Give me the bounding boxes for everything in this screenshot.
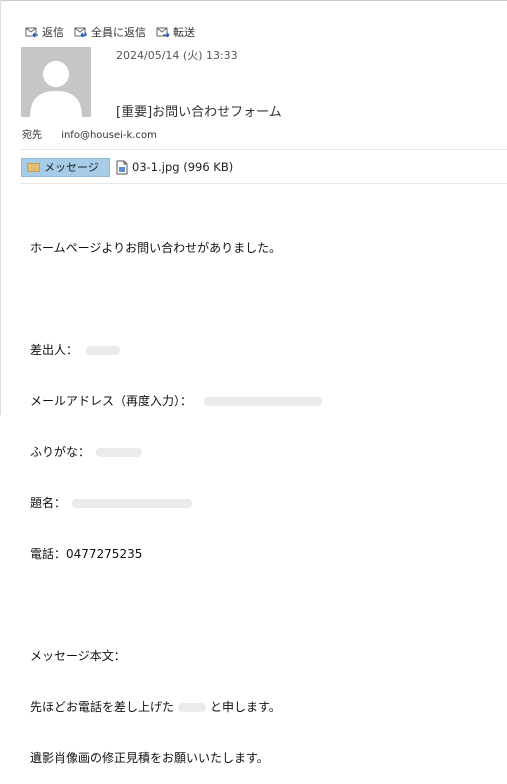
redacted-email <box>204 397 323 406</box>
window-top-border <box>0 0 507 1</box>
message-date: 2024/05/14 (火) 13:33 <box>116 49 238 62</box>
redacted-name <box>178 703 207 712</box>
body-line-phone: 電話：0477275235 <box>30 547 143 561</box>
reply-all-icon <box>74 27 87 38</box>
message-tab[interactable]: メッセージ <box>21 157 110 177</box>
body-line-message-2: 遺影肖像画の修正見積をお願いいたします。 <box>30 751 269 765</box>
email-label: メールアドレス（再度入力）： <box>30 394 193 408</box>
title-label: 題名： <box>30 496 67 510</box>
image-file-icon <box>116 160 128 174</box>
attachment-file-label: 03-1.jpg (996 KB) <box>132 160 234 174</box>
body-line-furigana: ふりがな： <box>30 444 322 461</box>
redacted-furigana <box>96 448 143 457</box>
reply-label: 返信 <box>42 26 64 39</box>
message-text-1a: 先ほどお電話を差し上げた <box>30 700 175 714</box>
header-divider <box>20 149 507 150</box>
message-subject: [重要]お問い合わせフォーム <box>116 105 282 120</box>
body-divider <box>20 183 507 184</box>
recipient-row: 宛先 info@housei-k.com <box>22 126 157 141</box>
reply-button[interactable]: 返信 <box>25 24 64 40</box>
attachment-bar: メッセージ 03-1.jpg (996 KB) <box>21 157 233 177</box>
forward-label: 転送 <box>173 26 195 39</box>
body-line-intro: ホームページよりお問い合わせがありました。 <box>30 241 282 255</box>
body-line-email: メールアドレス（再度入力）： <box>30 393 323 410</box>
to-address[interactable]: info@housei-k.com <box>61 130 157 141</box>
sender-avatar <box>21 47 91 117</box>
window-left-border <box>0 0 1 415</box>
body-line-title: 題名： <box>30 495 322 512</box>
body-blank <box>30 291 322 308</box>
furigana-label: ふりがな： <box>30 445 91 459</box>
redacted-title <box>72 499 193 508</box>
reply-all-label: 全員に返信 <box>91 26 146 39</box>
envelope-icon <box>27 162 40 172</box>
person-icon <box>21 47 91 117</box>
sender-label: 差出人： <box>30 343 79 357</box>
message-body: ホームページよりお問い合わせがありました。 差出人： メールアドレス（再度入力）… <box>30 206 323 784</box>
body-blank-2 <box>30 597 322 614</box>
redacted-sender <box>86 346 121 355</box>
body-line-sender: 差出人： <box>30 342 322 359</box>
forward-icon <box>156 27 170 38</box>
reply-all-button[interactable]: 全員に返信 <box>74 24 146 40</box>
message-tab-label: メッセージ <box>44 161 99 174</box>
body-line-message-label: メッセージ本文： <box>30 649 126 663</box>
message-text-1b: と申します。 <box>210 700 281 714</box>
body-line-message-1: 先ほどお電話を差し上げた と申します。 <box>30 699 322 716</box>
message-toolbar: 返信 全員に返信 転送 <box>25 24 205 40</box>
reply-icon <box>25 27 38 38</box>
to-label: 宛先 <box>22 130 42 141</box>
forward-button[interactable]: 転送 <box>156 24 195 40</box>
attachment-file[interactable]: 03-1.jpg (996 KB) <box>116 160 233 175</box>
